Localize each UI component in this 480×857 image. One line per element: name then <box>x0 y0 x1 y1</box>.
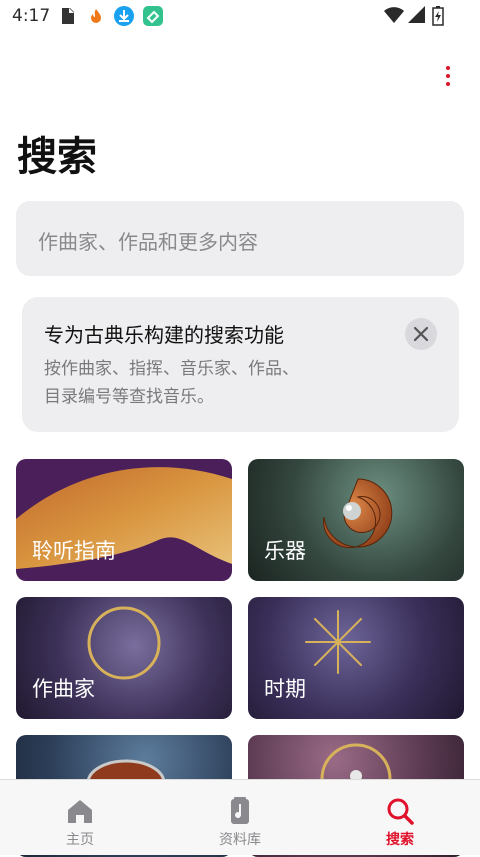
tab-label: 主页 <box>66 832 94 848</box>
status-time: 4:17 <box>12 6 51 26</box>
more-options-icon[interactable] <box>436 64 460 88</box>
signal-icon <box>408 6 425 23</box>
category-card-instruments[interactable]: 乐器 <box>248 459 464 581</box>
sim-icon <box>62 8 74 24</box>
search-placeholder: 作曲家、作品和更多内容 <box>38 230 258 254</box>
tip-body: 按作曲家、指挥、音乐家、作品、目录编号等查找音乐。 <box>44 359 299 407</box>
category-label: 聆听指南 <box>32 539 116 563</box>
category-card-listening-guide[interactable]: 聆听指南 <box>16 459 232 581</box>
page-title: 搜索 <box>17 134 97 180</box>
category-label: 乐器 <box>264 539 306 563</box>
home-icon <box>68 800 92 823</box>
category-card-composers[interactable]: 作曲家 <box>16 597 232 719</box>
category-label: 作曲家 <box>32 677 95 701</box>
tab-search[interactable]: 搜索 <box>340 780 460 856</box>
battery-icon <box>432 6 444 26</box>
wifi-icon <box>384 7 404 23</box>
search-input[interactable]: 作曲家、作品和更多内容 <box>16 201 464 276</box>
search-icon <box>387 798 414 825</box>
category-card-periods[interactable]: 时期 <box>248 597 464 719</box>
close-icon <box>413 326 429 342</box>
search-tip-card: 专为古典乐构建的搜索功能 按作曲家、指挥、音乐家、作品、目录编号等查找音乐。 <box>22 297 459 432</box>
close-button[interactable] <box>405 318 437 350</box>
tab-library[interactable]: 资料库 <box>180 780 300 856</box>
app-icon <box>143 6 163 26</box>
fire-icon <box>91 9 101 23</box>
tip-title: 专为古典乐构建的搜索功能 <box>44 323 284 347</box>
bottom-tab-bar: 主页 资料库 搜索 <box>0 779 480 855</box>
tab-label: 资料库 <box>219 832 261 848</box>
tab-home[interactable]: 主页 <box>20 780 140 856</box>
tab-label: 搜索 <box>386 832 414 848</box>
download-icon <box>114 6 134 26</box>
library-icon <box>231 797 249 824</box>
status-bar: 4:17 <box>0 0 480 34</box>
category-label: 时期 <box>264 677 306 701</box>
